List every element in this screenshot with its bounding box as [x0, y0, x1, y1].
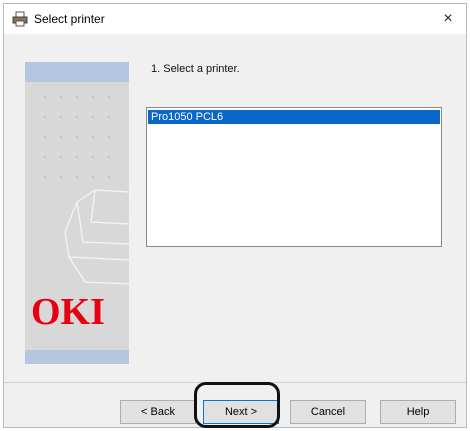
oki-banner: OKI [25, 62, 129, 364]
printer-item-selected[interactable]: Pro1050 PCL6 [148, 110, 440, 124]
cancel-button[interactable]: Cancel [290, 400, 366, 424]
oki-logo: OKI [31, 291, 105, 330]
title-bar: Select printer × [4, 4, 466, 34]
banner-top-band [25, 62, 129, 82]
window-title: Select printer [34, 12, 105, 26]
step-label: 1. Select a printer. [151, 63, 240, 75]
close-button[interactable]: × [430, 4, 466, 34]
next-highlight-ring [194, 382, 280, 428]
banner-bottom-band [25, 350, 129, 364]
select-printer-dialog: Select printer × OKI 1. Select a printer… [3, 3, 467, 428]
help-button[interactable]: Help [380, 400, 456, 424]
printer-list[interactable]: Pro1050 PCL6 [146, 107, 442, 247]
close-icon: × [443, 10, 453, 27]
printer-icon [12, 11, 28, 27]
back-button[interactable]: < Back [120, 400, 196, 424]
svg-text:OKI: OKI [31, 291, 105, 330]
